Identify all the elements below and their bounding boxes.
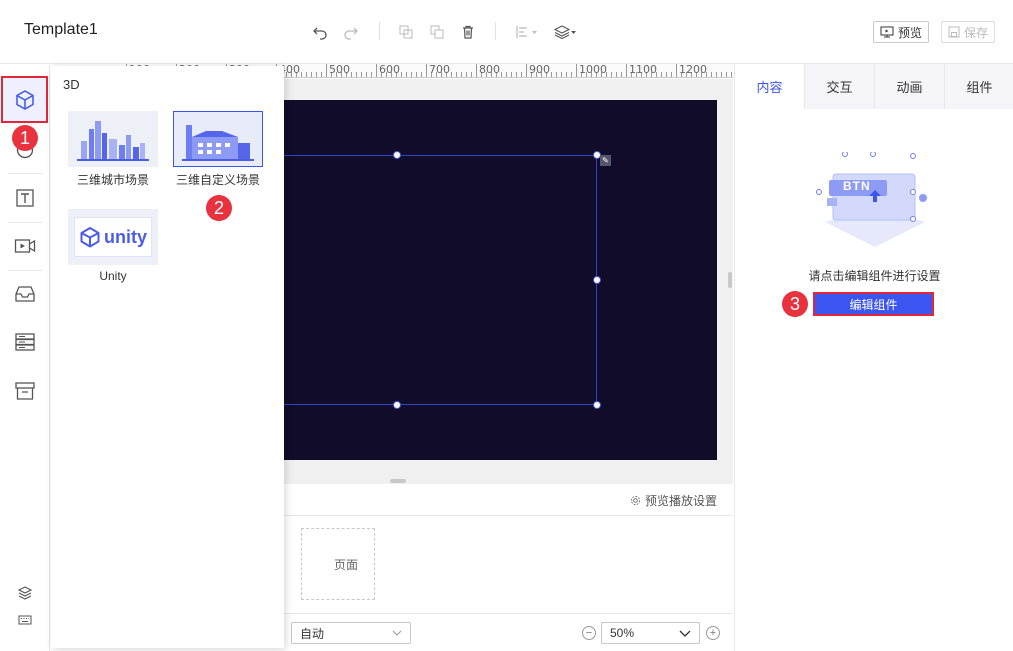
component-custom-scene[interactable]: 三维自定义场景 bbox=[173, 111, 263, 188]
zoom-out-button[interactable]: − bbox=[582, 626, 596, 640]
edit-component-button[interactable]: 编辑组件 bbox=[813, 292, 934, 316]
rail-container-button[interactable] bbox=[4, 273, 46, 315]
step-badge: 2 bbox=[206, 195, 232, 221]
paste-icon[interactable] bbox=[427, 22, 447, 42]
component-city-scene[interactable]: 三维城市场景 bbox=[68, 111, 158, 188]
step-badge: 1 bbox=[12, 125, 38, 151]
ruler-label: 800 bbox=[476, 64, 500, 77]
factory-icon bbox=[182, 125, 254, 161]
zoom-value: 50% bbox=[610, 626, 635, 640]
preview-settings-link[interactable]: 预览播放设置 bbox=[630, 492, 717, 509]
top-toolbar: Template1 预览 保存 bbox=[0, 0, 1013, 64]
tab-content[interactable]: 内容 bbox=[735, 64, 805, 109]
left-rail bbox=[0, 65, 50, 651]
illustration-btn-text: BTN bbox=[843, 179, 871, 193]
edit-hint-text: 请点击编辑组件进行设置 bbox=[808, 269, 941, 283]
preview-label: 预览 bbox=[898, 25, 923, 40]
resize-handle[interactable] bbox=[593, 401, 601, 409]
tab-interaction[interactable]: 交互 bbox=[805, 64, 875, 109]
inbox-icon bbox=[15, 286, 35, 302]
ruler-label: 900 bbox=[526, 64, 550, 77]
chevron-down-icon bbox=[679, 630, 691, 637]
custom-scene-thumbnail bbox=[173, 111, 263, 167]
page-thumbnail[interactable]: 页面 bbox=[301, 528, 375, 600]
city-scene-thumbnail bbox=[68, 111, 158, 167]
ruler-label: 600 bbox=[376, 64, 400, 77]
tab-component[interactable]: 组件 bbox=[945, 64, 1013, 109]
rail-archive-button[interactable] bbox=[4, 370, 46, 412]
rail-text-button[interactable] bbox=[4, 177, 46, 219]
panel-category-title: 3D bbox=[63, 77, 80, 92]
save-label: 保存 bbox=[964, 25, 989, 40]
component-unity[interactable]: unity Unity bbox=[68, 209, 158, 283]
gear-icon bbox=[630, 495, 641, 506]
step-badge: 3 bbox=[782, 291, 808, 317]
unity-logo: unity bbox=[74, 217, 152, 257]
preview-settings-label: 预览播放设置 bbox=[644, 494, 717, 508]
unity-logo-text: unity bbox=[104, 226, 147, 247]
zoom-select[interactable]: 50% bbox=[601, 622, 700, 644]
ruler-label: 1000 bbox=[576, 64, 607, 77]
ruler-label: 500 bbox=[326, 64, 350, 77]
tab-animation[interactable]: 动画 bbox=[875, 64, 945, 109]
layers-dropdown-icon[interactable] bbox=[553, 22, 579, 42]
preview-button[interactable]: 预览 bbox=[873, 21, 930, 43]
save-icon bbox=[948, 26, 960, 38]
copy-icon[interactable] bbox=[396, 22, 416, 42]
edit-corner-icon[interactable]: ✎ bbox=[600, 155, 611, 166]
city-skyline-icon bbox=[77, 121, 149, 161]
redo-icon[interactable] bbox=[341, 22, 361, 42]
component-panel: 3D 三维城市场景 三维自定义场景 unity Unity bbox=[51, 66, 284, 648]
undo-icon[interactable] bbox=[310, 22, 330, 42]
rail-divider bbox=[8, 173, 42, 174]
resize-handle[interactable] bbox=[393, 151, 401, 159]
play-mode-value: 自动 bbox=[300, 626, 325, 641]
rail-divider bbox=[8, 222, 42, 223]
rail-keyboard-button[interactable] bbox=[4, 609, 46, 631]
align-dropdown-icon[interactable] bbox=[514, 22, 540, 42]
toolbar-divider bbox=[495, 22, 496, 40]
play-mode-select[interactable]: 自动 bbox=[291, 622, 411, 644]
save-button[interactable]: 保存 bbox=[941, 21, 996, 43]
page-card-label: 页面 bbox=[333, 557, 358, 572]
chevron-down-icon bbox=[392, 630, 402, 636]
unity-thumbnail: unity bbox=[68, 209, 158, 265]
archive-icon bbox=[15, 382, 35, 400]
properties-panel: 内容 交互 动画 组件 BTN 请点击编辑组件进行设置 编辑组件 bbox=[734, 64, 1013, 651]
video-icon bbox=[14, 239, 36, 253]
resize-handle[interactable] bbox=[593, 276, 601, 284]
ruler-label: 700 bbox=[426, 64, 450, 77]
server-icon bbox=[15, 333, 35, 351]
component-label: Unity bbox=[99, 269, 127, 283]
monitor-icon bbox=[880, 26, 894, 38]
zoom-in-button[interactable]: + bbox=[706, 626, 720, 640]
unity-cube-icon bbox=[80, 227, 100, 248]
ruler-label: 1100 bbox=[626, 64, 657, 77]
template-title: Template1 bbox=[24, 21, 98, 38]
component-label: 三维自定义场景 bbox=[175, 173, 260, 187]
properties-tabs: 内容 交互 动画 组件 bbox=[735, 64, 1013, 109]
keyboard-icon bbox=[18, 615, 32, 625]
horizontal-scrollbar[interactable] bbox=[390, 479, 406, 483]
resize-handle[interactable] bbox=[393, 401, 401, 409]
rail-divider bbox=[8, 270, 42, 271]
toolbar-divider bbox=[379, 22, 380, 40]
layers-icon bbox=[18, 586, 32, 600]
text-icon bbox=[16, 189, 34, 207]
rail-layers-button[interactable] bbox=[4, 582, 46, 604]
vertical-scrollbar[interactable] bbox=[728, 272, 732, 288]
rail-media-button[interactable] bbox=[4, 225, 46, 267]
component-label: 三维城市场景 bbox=[76, 173, 149, 187]
rail-data-button[interactable] bbox=[4, 321, 46, 363]
ruler-label: 1200 bbox=[676, 64, 707, 77]
delete-icon[interactable] bbox=[458, 22, 478, 42]
cube-icon bbox=[15, 89, 34, 110]
edit-component-illustration: BTN bbox=[815, 151, 933, 252]
rail-3d-button[interactable] bbox=[1, 76, 48, 123]
